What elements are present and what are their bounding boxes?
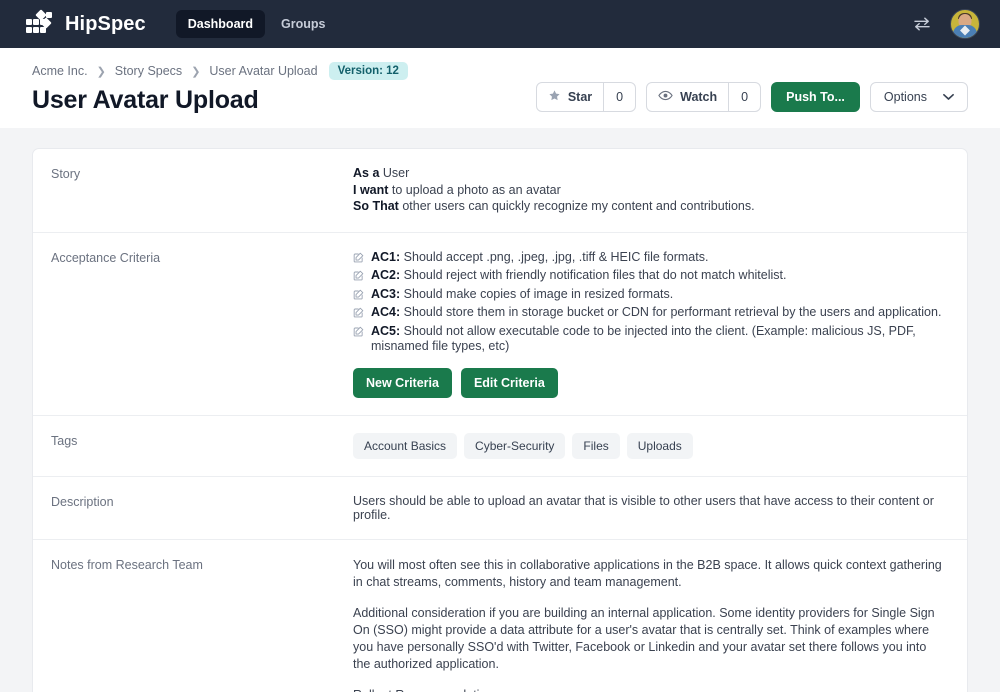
acceptance-criteria-text: AC5: Should not allow executable code to… (371, 324, 945, 355)
acceptance-criteria-text: AC2: Should reject with friendly notific… (371, 268, 787, 284)
acceptance-criteria-id: AC4: (371, 305, 401, 319)
header-actions: Star 0 Watch 0 Push To... Options (535, 62, 968, 112)
acceptance-criteria-id: AC1: (371, 249, 401, 264)
brand-name: HipSpec (65, 12, 146, 35)
page-header: Acme Inc. ❯ Story Specs ❯ User Avatar Up… (0, 48, 1000, 128)
breadcrumb-item-org[interactable]: Acme Inc. (32, 64, 88, 78)
version-badge: Version: 12 (328, 62, 408, 80)
chevron-down-icon (943, 90, 954, 104)
acceptance-criteria-body: Should accept .png, .jpeg, .jpg, .tiff &… (403, 249, 709, 264)
acceptance-criteria-text: AC3: Should make copies of image in resi… (371, 287, 673, 303)
watch-button[interactable]: Watch (647, 83, 728, 111)
story-line-strong: As a (353, 166, 380, 180)
options-button[interactable]: Options (869, 82, 968, 112)
section-label-notes: Notes from Research Team (51, 557, 203, 572)
section-label-description: Description (51, 494, 114, 509)
page-header-left: Acme Inc. ❯ Story Specs ❯ User Avatar Up… (32, 62, 408, 115)
navbar-right (912, 9, 980, 39)
section-label-story: Story (51, 167, 81, 181)
tag-item[interactable]: Files (572, 432, 620, 459)
push-to-button[interactable]: Push To... (771, 82, 860, 112)
new-criteria-button[interactable]: New Criteria (353, 367, 452, 398)
notes-paragraph: You will most often see this in collabor… (353, 557, 942, 589)
acceptance-criteria-id: AC3: (371, 286, 401, 301)
story-line-rest: to upload a photo as an avatar (388, 182, 561, 197)
section-content-tags: Account Basics Cyber-Security Files Uplo… (353, 432, 945, 459)
acceptance-criteria-actions: New Criteria Edit Criteria (353, 367, 945, 398)
acceptance-criteria-body: Should store them in storage bucket or C… (403, 305, 942, 319)
edit-icon[interactable] (353, 326, 364, 342)
eye-icon (658, 89, 673, 105)
acceptance-criteria-item: AC2: Should reject with friendly notific… (353, 268, 945, 286)
section-content-notes: You will most often see this in collabor… (353, 557, 945, 692)
tag-item[interactable]: Cyber-Security (464, 432, 566, 459)
acceptance-criteria-item: AC5: Should not allow executable code to… (353, 324, 945, 355)
acceptance-criteria-text: AC1: Should accept .png, .jpeg, .jpg, .t… (371, 250, 708, 266)
section-label-acceptance-criteria: Acceptance Criteria (51, 250, 161, 265)
star-button-group: Star 0 (535, 82, 637, 112)
acceptance-criteria-id: AC2: (371, 268, 401, 282)
acceptance-criteria-body: Should not allow executable code to be i… (371, 323, 916, 354)
section-notes: Notes from Research Team You will most o… (33, 540, 967, 692)
section-acceptance-criteria: Acceptance Criteria AC1: Should accept .… (33, 233, 967, 416)
section-story: Story As a User I want to upload a photo… (33, 149, 967, 233)
star-icon (548, 89, 561, 105)
hipspec-logo-icon (26, 9, 54, 37)
page-body: Story As a User I want to upload a photo… (0, 128, 1000, 692)
star-label: Star (567, 90, 593, 104)
story-line: So That other users can quickly recogniz… (353, 199, 945, 215)
nav-link-groups[interactable]: Groups (269, 10, 337, 38)
story-line-rest: User (379, 166, 410, 180)
section-content-story: As a User I want to upload a photo as an… (353, 166, 945, 215)
nav-link-dashboard[interactable]: Dashboard (175, 10, 266, 38)
edit-criteria-button[interactable]: Edit Criteria (460, 367, 558, 398)
section-content-acceptance-criteria: AC1: Should accept .png, .jpeg, .jpg, .t… (353, 250, 945, 398)
rollout-title: Rollout Recommendations: (353, 687, 945, 692)
avatar[interactable] (950, 9, 980, 39)
breadcrumb: Acme Inc. ❯ Story Specs ❯ User Avatar Up… (32, 62, 408, 80)
star-count[interactable]: 0 (603, 83, 635, 111)
story-line: As a User (353, 166, 945, 182)
story-line-rest: other users can quickly recognize my con… (398, 199, 755, 213)
watch-button-group: Watch 0 (646, 82, 762, 112)
tag-list: Account Basics Cyber-Security Files Uplo… (353, 432, 945, 459)
swap-icon[interactable] (912, 14, 932, 34)
section-content-description: Users should be able to upload an avatar… (353, 493, 934, 522)
nav-links: Dashboard Groups (175, 10, 338, 38)
edit-icon[interactable] (353, 307, 364, 323)
breadcrumb-separator-icon: ❯ (191, 65, 201, 78)
acceptance-criteria-body: Should make copies of image in resized f… (403, 286, 674, 301)
tag-item[interactable]: Account Basics (353, 432, 458, 459)
story-line-strong: I want (353, 182, 389, 197)
edit-icon[interactable] (353, 270, 364, 286)
brand[interactable]: HipSpec (26, 9, 146, 37)
edit-icon[interactable] (353, 289, 364, 305)
edit-icon[interactable] (353, 252, 364, 268)
notes-paragraph: Additional consideration if you are buil… (353, 605, 935, 671)
section-label-tags: Tags (51, 433, 78, 448)
acceptance-criteria-text: AC4: Should store them in storage bucket… (371, 305, 941, 321)
top-navbar: HipSpec Dashboard Groups (0, 0, 1000, 48)
star-button[interactable]: Star (537, 83, 603, 111)
watch-count[interactable]: 0 (728, 83, 760, 111)
options-label: Options (883, 90, 927, 104)
acceptance-criteria-body: Should reject with friendly notification… (403, 268, 787, 282)
breadcrumb-item-story-specs[interactable]: Story Specs (115, 64, 182, 78)
acceptance-criteria-item: AC4: Should store them in storage bucket… (353, 305, 945, 323)
breadcrumb-item-current[interactable]: User Avatar Upload (209, 64, 317, 78)
acceptance-criteria-id: AC5: (371, 323, 401, 338)
section-tags: Tags Account Basics Cyber-Security Files… (33, 416, 967, 477)
story-line-strong: So That (353, 199, 399, 213)
acceptance-criteria-item: AC3: Should make copies of image in resi… (353, 287, 945, 305)
watch-label: Watch (680, 90, 718, 104)
acceptance-criteria-item: AC1: Should accept .png, .jpeg, .jpg, .t… (353, 250, 945, 268)
tag-item[interactable]: Uploads (626, 432, 693, 459)
spec-card: Story As a User I want to upload a photo… (32, 148, 968, 692)
page-title: User Avatar Upload (32, 86, 259, 114)
breadcrumb-separator-icon: ❯ (96, 65, 106, 78)
story-line: I want to upload a photo as an avatar (353, 183, 945, 199)
section-description: Description Users should be able to uplo… (33, 477, 967, 540)
